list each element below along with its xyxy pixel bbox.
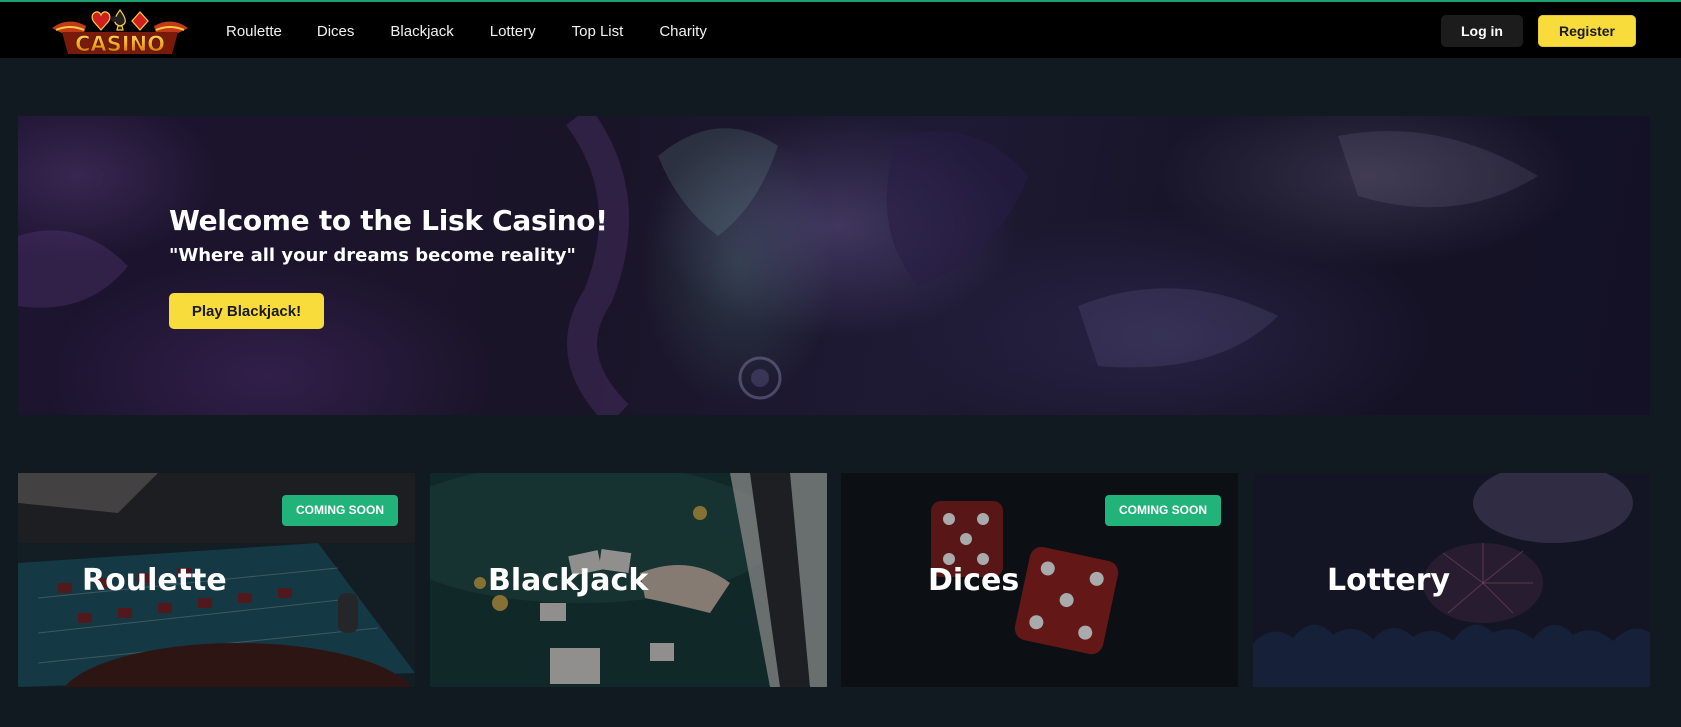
game-card-blackjack[interactable]: BlackJack bbox=[430, 473, 827, 687]
nav-link-top-list[interactable]: Top List bbox=[572, 23, 624, 40]
card-title-lottery: Lottery bbox=[1327, 563, 1451, 598]
game-card-lottery[interactable]: Lottery bbox=[1253, 473, 1650, 687]
svg-text:CASINO: CASINO bbox=[75, 32, 165, 56]
casino-logo-icon: CASINO bbox=[52, 8, 188, 56]
nav-link-dices[interactable]: Dices bbox=[317, 23, 355, 40]
hero-title: Welcome to the Lisk Casino! bbox=[169, 204, 608, 237]
fireworks-crowd-image bbox=[1253, 473, 1650, 687]
card-title-dices: Dices bbox=[928, 563, 1020, 598]
nav-links: Roulette Dices Blackjack Lottery Top Lis… bbox=[226, 2, 743, 60]
nav-link-roulette[interactable]: Roulette bbox=[226, 23, 282, 40]
casino-logo[interactable]: CASINO bbox=[48, 6, 192, 56]
coming-soon-badge: COMING SOON bbox=[282, 495, 399, 526]
card-title-roulette: Roulette bbox=[82, 563, 227, 598]
nav-link-lottery[interactable]: Lottery bbox=[490, 23, 536, 40]
game-card-roulette[interactable]: Roulette COMING SOON bbox=[18, 473, 415, 687]
nav-link-blackjack[interactable]: Blackjack bbox=[390, 23, 453, 40]
hero-subtitle: "Where all your dreams become reality" bbox=[169, 245, 576, 266]
nav-link-charity[interactable]: Charity bbox=[659, 23, 707, 40]
hero-banner: Welcome to the Lisk Casino! "Where all y… bbox=[18, 116, 1650, 415]
card-title-blackjack: BlackJack bbox=[488, 563, 649, 598]
coming-soon-badge: COMING SOON bbox=[1105, 495, 1222, 526]
register-button[interactable]: Register bbox=[1538, 15, 1636, 47]
game-card-dices[interactable]: Dices COMING SOON bbox=[841, 473, 1238, 687]
login-button[interactable]: Log in bbox=[1441, 15, 1523, 47]
play-blackjack-button[interactable]: Play Blackjack! bbox=[169, 293, 324, 329]
top-navbar: CASINO Roulette Dices Blackjack Lottery … bbox=[0, 0, 1681, 58]
